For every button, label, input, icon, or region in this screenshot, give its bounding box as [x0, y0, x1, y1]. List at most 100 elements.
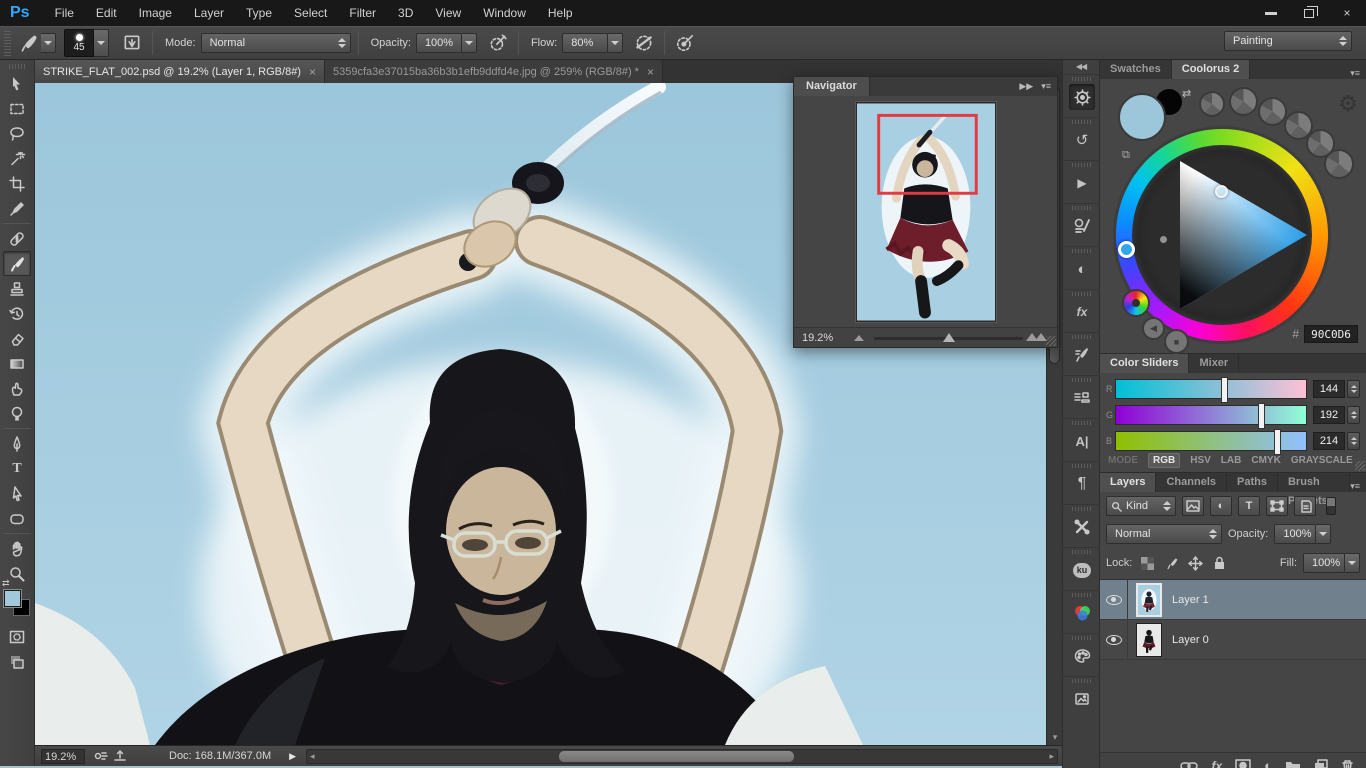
swap-colors-icon[interactable]: ⇄ — [2, 578, 10, 589]
panel-resize-grip[interactable] — [1355, 461, 1365, 471]
collapse-panel-icon[interactable]: ▶▶ — [1019, 81, 1033, 92]
smudge-tool[interactable] — [3, 376, 31, 401]
pressure-size-icon[interactable] — [672, 30, 698, 56]
layer-blend-mode-select[interactable]: Normal — [1106, 524, 1222, 544]
gradient-tool[interactable] — [3, 351, 31, 376]
layer-style-fx-icon[interactable]: fx — [1211, 759, 1222, 768]
filter-type-icon[interactable]: T — [1238, 496, 1260, 516]
navigator-zoom-field[interactable]: 19.2% — [794, 332, 846, 344]
mode-cmyk[interactable]: CMYK — [1251, 455, 1280, 466]
brush-size-dropdown[interactable] — [94, 29, 109, 57]
mini-bridge-icon[interactable] — [93, 749, 109, 763]
toggle-brush-panel-button[interactable] — [119, 30, 145, 56]
layer-opacity-dropdown[interactable] — [1316, 524, 1331, 544]
green-slider-thumb[interactable] — [1258, 403, 1265, 429]
crop-tool[interactable] — [3, 171, 31, 196]
mini-color-wheel-icon[interactable] — [1122, 289, 1150, 317]
mode-rgb[interactable]: RGB — [1148, 453, 1180, 468]
navigator-zoom-slider[interactable] — [846, 328, 1057, 347]
tab-channels[interactable]: Channels — [1156, 473, 1227, 492]
red-slider[interactable] — [1115, 379, 1307, 399]
flow-dropdown[interactable] — [608, 33, 623, 53]
opacity-dropdown[interactable] — [462, 33, 477, 53]
brush-size-preview[interactable]: 45 — [64, 29, 94, 57]
export-icon[interactable] — [113, 749, 129, 763]
scroll-right-icon[interactable]: ▸ — [1049, 751, 1054, 762]
add-mask-icon[interactable] — [1235, 759, 1251, 768]
lock-transparency-icon[interactable] — [1138, 554, 1156, 572]
layer-fill-dropdown[interactable] — [1345, 553, 1360, 573]
eraser-tool[interactable] — [3, 326, 31, 351]
eyedropper-tool[interactable] — [3, 196, 31, 221]
new-group-icon[interactable] — [1285, 759, 1301, 768]
shape-tool[interactable] — [3, 506, 31, 531]
foreground-color-circle[interactable] — [1118, 93, 1166, 141]
quick-selection-tool[interactable] — [3, 146, 31, 171]
dock-adjustments[interactable]: ◐ — [1063, 246, 1101, 289]
layer-row-layer1[interactable]: Layer 1 — [1100, 580, 1366, 620]
tab-strike-flat[interactable]: STRIKE_FLAT_002.psd @ 19.2% (Layer 1, RG… — [35, 60, 325, 83]
tab-color-sliders[interactable]: Color Sliders — [1100, 354, 1189, 373]
dodge-tool[interactable] — [3, 401, 31, 426]
mode-hsv[interactable]: HSV — [1190, 455, 1211, 466]
zoom-in-icon[interactable] — [1029, 333, 1047, 341]
dock-swatches[interactable] — [1063, 633, 1101, 676]
move-tool[interactable] — [3, 71, 31, 96]
close-button[interactable]: × — [1328, 0, 1366, 26]
quick-mask-button[interactable] — [3, 624, 31, 649]
dock-styles[interactable]: fx — [1063, 289, 1101, 332]
menu-3d[interactable]: 3D — [387, 0, 424, 26]
dock-character[interactable]: A| — [1063, 418, 1101, 461]
blend-mode-select[interactable]: Normal — [201, 33, 351, 53]
panel-resize-grip[interactable] — [1046, 336, 1056, 346]
filter-toggle-switch[interactable] — [1326, 497, 1336, 515]
hue-ring-selector[interactable] — [1118, 241, 1135, 258]
filter-smart-object-icon[interactable] — [1294, 496, 1316, 516]
status-popup-icon[interactable]: ▶ — [289, 751, 296, 762]
expand-dock-icon[interactable]: ◀◀ — [1063, 60, 1099, 74]
layer-row-layer0[interactable]: Layer 0 — [1100, 620, 1366, 660]
tab-coolorus[interactable]: Coolorus 2 — [1172, 60, 1250, 79]
blue-value-field[interactable]: 214 — [1313, 432, 1345, 450]
airbrush-mode-icon[interactable] — [631, 30, 657, 56]
horizontal-scrollbar-thumb[interactable] — [559, 751, 794, 762]
visibility-cell[interactable] — [1100, 620, 1128, 660]
flow-select[interactable]: 80% — [562, 33, 608, 53]
mode-grayscale[interactable]: GRAYSCALE — [1291, 455, 1353, 466]
harmony-swatch[interactable] — [1229, 87, 1258, 116]
layer-filter-kind-select[interactable]: Kind — [1106, 496, 1176, 516]
lock-position-icon[interactable] — [1186, 554, 1204, 572]
menu-image[interactable]: Image — [128, 0, 183, 26]
dock-coolorus-wheel[interactable] — [1063, 74, 1101, 117]
filter-image-icon[interactable] — [1182, 496, 1204, 516]
red-stepper[interactable] — [1347, 380, 1360, 398]
dock-clone-source[interactable] — [1063, 375, 1101, 418]
blue-stepper[interactable] — [1347, 432, 1360, 450]
menu-view[interactable]: View — [424, 0, 472, 26]
new-adjustment-icon[interactable]: ◐ — [1264, 758, 1272, 768]
panel-menu-icon[interactable]: ▾≡ — [1350, 481, 1366, 492]
menu-select[interactable]: Select — [283, 0, 338, 26]
red-slider-thumb[interactable] — [1221, 377, 1228, 403]
link-layers-icon[interactable] — [1180, 759, 1198, 768]
hand-tool[interactable] — [3, 536, 31, 561]
blue-slider-thumb[interactable] — [1274, 429, 1281, 455]
dock-history[interactable]: ↺ — [1063, 117, 1101, 160]
screen-mode-button[interactable] — [3, 649, 31, 674]
tab-jpg-document[interactable]: 5359cfa3e37015ba36b3b1efb9ddfd4e.jpg @ 2… — [325, 60, 663, 83]
foreground-color-swatch[interactable] — [4, 590, 21, 607]
brush-preset-dropdown[interactable] — [41, 33, 56, 53]
zoom-slider-thumb[interactable] — [943, 333, 955, 342]
red-value-field[interactable]: 144 — [1313, 380, 1345, 398]
filter-adjustment-icon[interactable]: ◐ — [1210, 496, 1232, 516]
layer-thumbnail[interactable] — [1136, 623, 1162, 657]
swap-colors-icon[interactable]: ⇄ — [1182, 87, 1191, 100]
dock-tool-presets[interactable] — [1063, 203, 1101, 246]
scroll-left-icon[interactable]: ◂ — [310, 751, 315, 762]
brush-tool[interactable] — [3, 251, 31, 276]
tab-close-icon[interactable]: × — [647, 65, 654, 79]
healing-brush-tool[interactable] — [3, 226, 31, 251]
layer-fill-select[interactable]: 100% — [1303, 553, 1345, 573]
marquee-tool[interactable] — [3, 96, 31, 121]
pressure-opacity-icon[interactable] — [485, 30, 511, 56]
